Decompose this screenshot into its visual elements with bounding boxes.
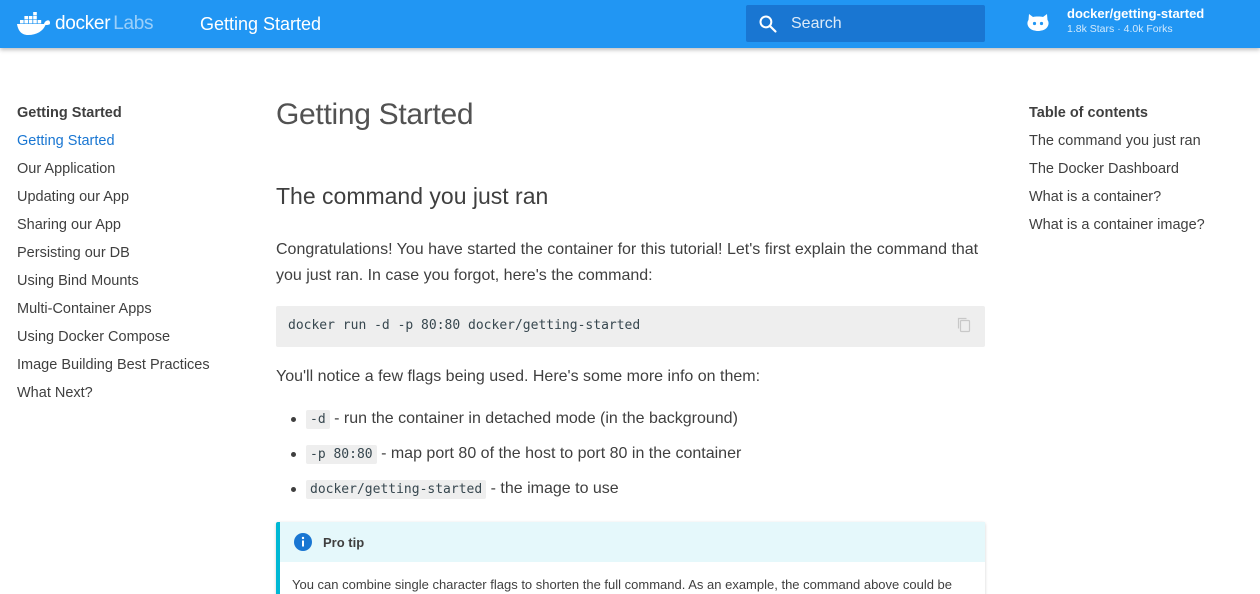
repo-facts: 1.8k Stars · 4.0k Forks <box>1067 23 1173 35</box>
toc-title: Table of contents <box>1029 105 1148 121</box>
nav-item-multi-container-apps[interactable]: Multi-Container Apps <box>17 299 237 327</box>
flag-code: -p 80:80 <box>306 445 377 464</box>
docker-whale-icon <box>17 12 51 35</box>
list-item: -d - run the container in detached mode … <box>290 407 741 442</box>
info-icon <box>294 533 312 551</box>
list-item: -p 80:80 - map port 80 of the host to po… <box>290 442 742 477</box>
flags-intro: You'll notice a few flags being used. He… <box>276 368 761 385</box>
page-title: Getting Started <box>276 98 474 131</box>
section-heading: The command you just ran <box>276 183 549 209</box>
nav-item-what-next[interactable]: What Next? <box>17 383 237 411</box>
search-icon <box>759 15 777 33</box>
site-title: Getting Started <box>200 14 322 34</box>
docker-labs-logo[interactable]: docker Labs <box>16 11 154 37</box>
nav-item-our-application[interactable]: Our Application <box>17 159 237 187</box>
pro-tip-header: Pro tip <box>280 522 985 562</box>
logo-suffix: Labs <box>113 13 154 34</box>
top-header: dockerLabs Getting Started docker/gettin… <box>0 0 1260 48</box>
nav-item-using-docker-compose[interactable]: Using Docker Compose <box>17 327 237 355</box>
toc-item-dashboard[interactable]: The Docker Dashboard <box>1029 159 1249 187</box>
toc-item-container[interactable]: What is a container? <box>1029 187 1249 215</box>
nav-item-getting-started[interactable]: Getting Started <box>17 131 237 159</box>
list-item: docker/getting-started - the image to us… <box>290 477 741 512</box>
pro-tip-title: Pro tip <box>323 534 365 550</box>
pro-tip-body: You can combine single character flags t… <box>292 577 953 592</box>
flag-code: docker/getting-started <box>306 480 487 499</box>
nav-item-updating-our-app[interactable]: Updating our App <box>17 187 237 215</box>
copy-icon[interactable] <box>957 317 971 333</box>
nav-item-using-bind-mounts[interactable]: Using Bind Mounts <box>17 271 237 299</box>
toc-item-command[interactable]: The command you just ran <box>1029 131 1249 159</box>
toc-item-container-image[interactable]: What is a container image? <box>1029 215 1249 243</box>
github-icon <box>1027 14 1049 31</box>
nav-item-sharing-our-app[interactable]: Sharing our App <box>17 215 237 243</box>
flag-description: - map port 80 of the host to port 80 in … <box>376 445 742 462</box>
command-text: docker run -d -p 80:80 docker/getting-st… <box>288 318 641 333</box>
logo-wordmark: docker Labs <box>55 13 154 34</box>
command-code-block: docker run -d -p 80:80 docker/getting-st… <box>276 306 985 347</box>
nav-title: Getting Started <box>17 105 122 121</box>
flag-description: - run the container in detached mode (in… <box>329 410 738 427</box>
repo-link[interactable]: docker/getting-started 1.8k Stars · 4.0k… <box>1025 6 1204 36</box>
flag-description: - the image to use <box>486 480 619 497</box>
flag-code: -d <box>306 410 330 429</box>
search-input[interactable] <box>791 14 971 33</box>
pro-tip-admonition: Pro tip You can combine single character… <box>276 522 985 594</box>
sidebar-nav: Getting Started Getting Started Our Appl… <box>17 103 237 411</box>
intro-paragraph: Congratulations! You have started the co… <box>276 241 979 284</box>
nav-item-persisting-our-db[interactable]: Persisting our DB <box>17 243 237 271</box>
table-of-contents: Table of contents The command you just r… <box>1029 103 1249 243</box>
flags-list: -d - run the container in detached mode … <box>290 407 742 512</box>
search-box[interactable] <box>746 5 985 42</box>
repo-name: docker/getting-started <box>1067 6 1205 21</box>
nav-item-image-building-best-practices[interactable]: Image Building Best Practices <box>17 355 237 383</box>
